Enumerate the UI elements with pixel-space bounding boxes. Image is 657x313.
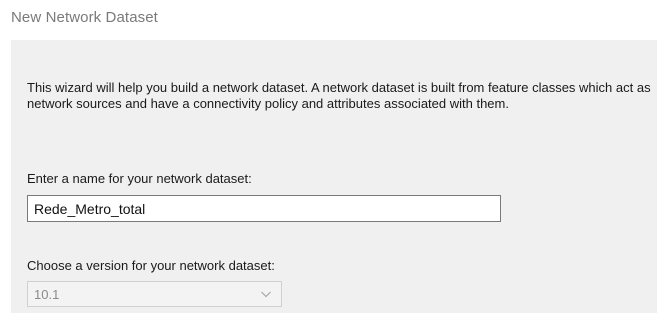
version-label: Choose a version for your network datase… bbox=[27, 258, 275, 273]
version-selected-value: 10.1 bbox=[34, 287, 60, 302]
network-dataset-name-input[interactable] bbox=[27, 195, 501, 222]
window-title: New Network Dataset bbox=[11, 9, 158, 26]
title-bar: New Network Dataset bbox=[0, 0, 657, 38]
name-label: Enter a name for your network dataset: bbox=[27, 171, 252, 186]
chevron-down-icon bbox=[261, 291, 271, 298]
intro-text: This wizard will help you build a networ… bbox=[27, 80, 651, 111]
version-dropdown: 10.1 bbox=[27, 281, 282, 307]
